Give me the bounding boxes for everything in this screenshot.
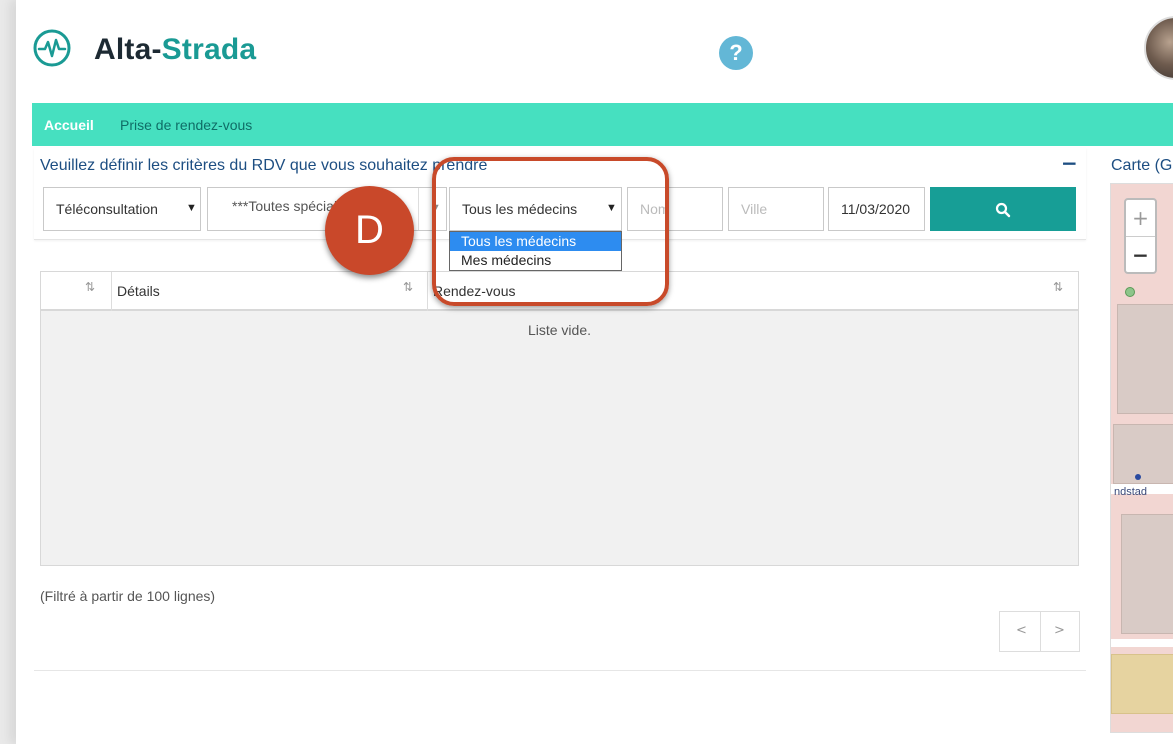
select-divider [418, 188, 419, 230]
map-title: Carte (G [1111, 157, 1173, 174]
column-divider [427, 272, 428, 311]
collapse-icon[interactable]: − [1061, 151, 1078, 175]
app-window: Alta-Strada ? Accueil Prise de rendez-vo… [16, 0, 1173, 744]
help-icon[interactable]: ? [719, 36, 753, 70]
map-point [1135, 474, 1141, 480]
brand-part2: Strada [161, 33, 257, 66]
app-logo-text[interactable]: Alta-Strada [94, 33, 256, 67]
section-divider [34, 670, 1086, 671]
map-place-label: ndstad [1114, 486, 1148, 498]
date-value: 11/03/2020 [841, 201, 911, 217]
map-road [1111, 639, 1173, 647]
zoom-in-button[interactable]: + [1126, 200, 1155, 236]
criteria-title: Veuillez définir les critères du RDV que… [40, 157, 488, 174]
search-button[interactable] [930, 187, 1076, 231]
map-building [1117, 304, 1173, 414]
nav-accueil[interactable]: Accueil [44, 117, 94, 133]
map-building [1113, 424, 1173, 484]
sort-icon[interactable]: ⇅ [85, 280, 95, 294]
column-divider [111, 272, 112, 311]
prev-page-button[interactable]: < [1016, 623, 1027, 638]
user-avatar[interactable] [1144, 16, 1173, 80]
app-header: Alta-Strada ? [16, 0, 1173, 103]
map-area [1111, 654, 1173, 714]
consultation-type-value: Téléconsultation [56, 201, 158, 217]
sort-icon[interactable]: ⇅ [1053, 280, 1063, 294]
city-input[interactable]: Ville [728, 187, 824, 231]
annotation-highlight-box [432, 157, 669, 306]
heartbeat-logo-icon [33, 29, 71, 67]
map-building [1121, 514, 1173, 634]
empty-list-message: Liste vide. [527, 322, 592, 338]
city-placeholder: Ville [741, 201, 768, 217]
next-page-button[interactable]: > [1054, 623, 1065, 638]
pager-divider [1040, 612, 1041, 651]
main-navbar: Accueil Prise de rendez-vous [32, 103, 1173, 146]
brand-part1: Alta- [94, 33, 162, 66]
zoom-out-button[interactable]: − [1126, 236, 1155, 272]
map-poi-marker [1125, 287, 1135, 297]
nav-prise-de-rendez-vous[interactable]: Prise de rendez-vous [120, 117, 252, 133]
search-icon [995, 202, 1011, 217]
chevron-down-icon: ▼ [186, 202, 197, 214]
appointments-table: ⇅ Détails ⇅ Rendez-vous ⇅ Liste vide. [40, 271, 1079, 566]
date-input[interactable]: 11/03/2020 [828, 187, 925, 231]
map-zoom-control: + − [1124, 198, 1157, 274]
column-header-details[interactable]: Détails [117, 283, 160, 299]
sort-icon[interactable]: ⇅ [403, 280, 413, 294]
pagination: < > [999, 611, 1080, 652]
filter-note: (Filtré à partir de 100 lignes) [40, 588, 216, 604]
annotation-step-marker: D [325, 186, 414, 275]
consultation-type-select[interactable]: Téléconsultation ▼ [43, 187, 201, 231]
